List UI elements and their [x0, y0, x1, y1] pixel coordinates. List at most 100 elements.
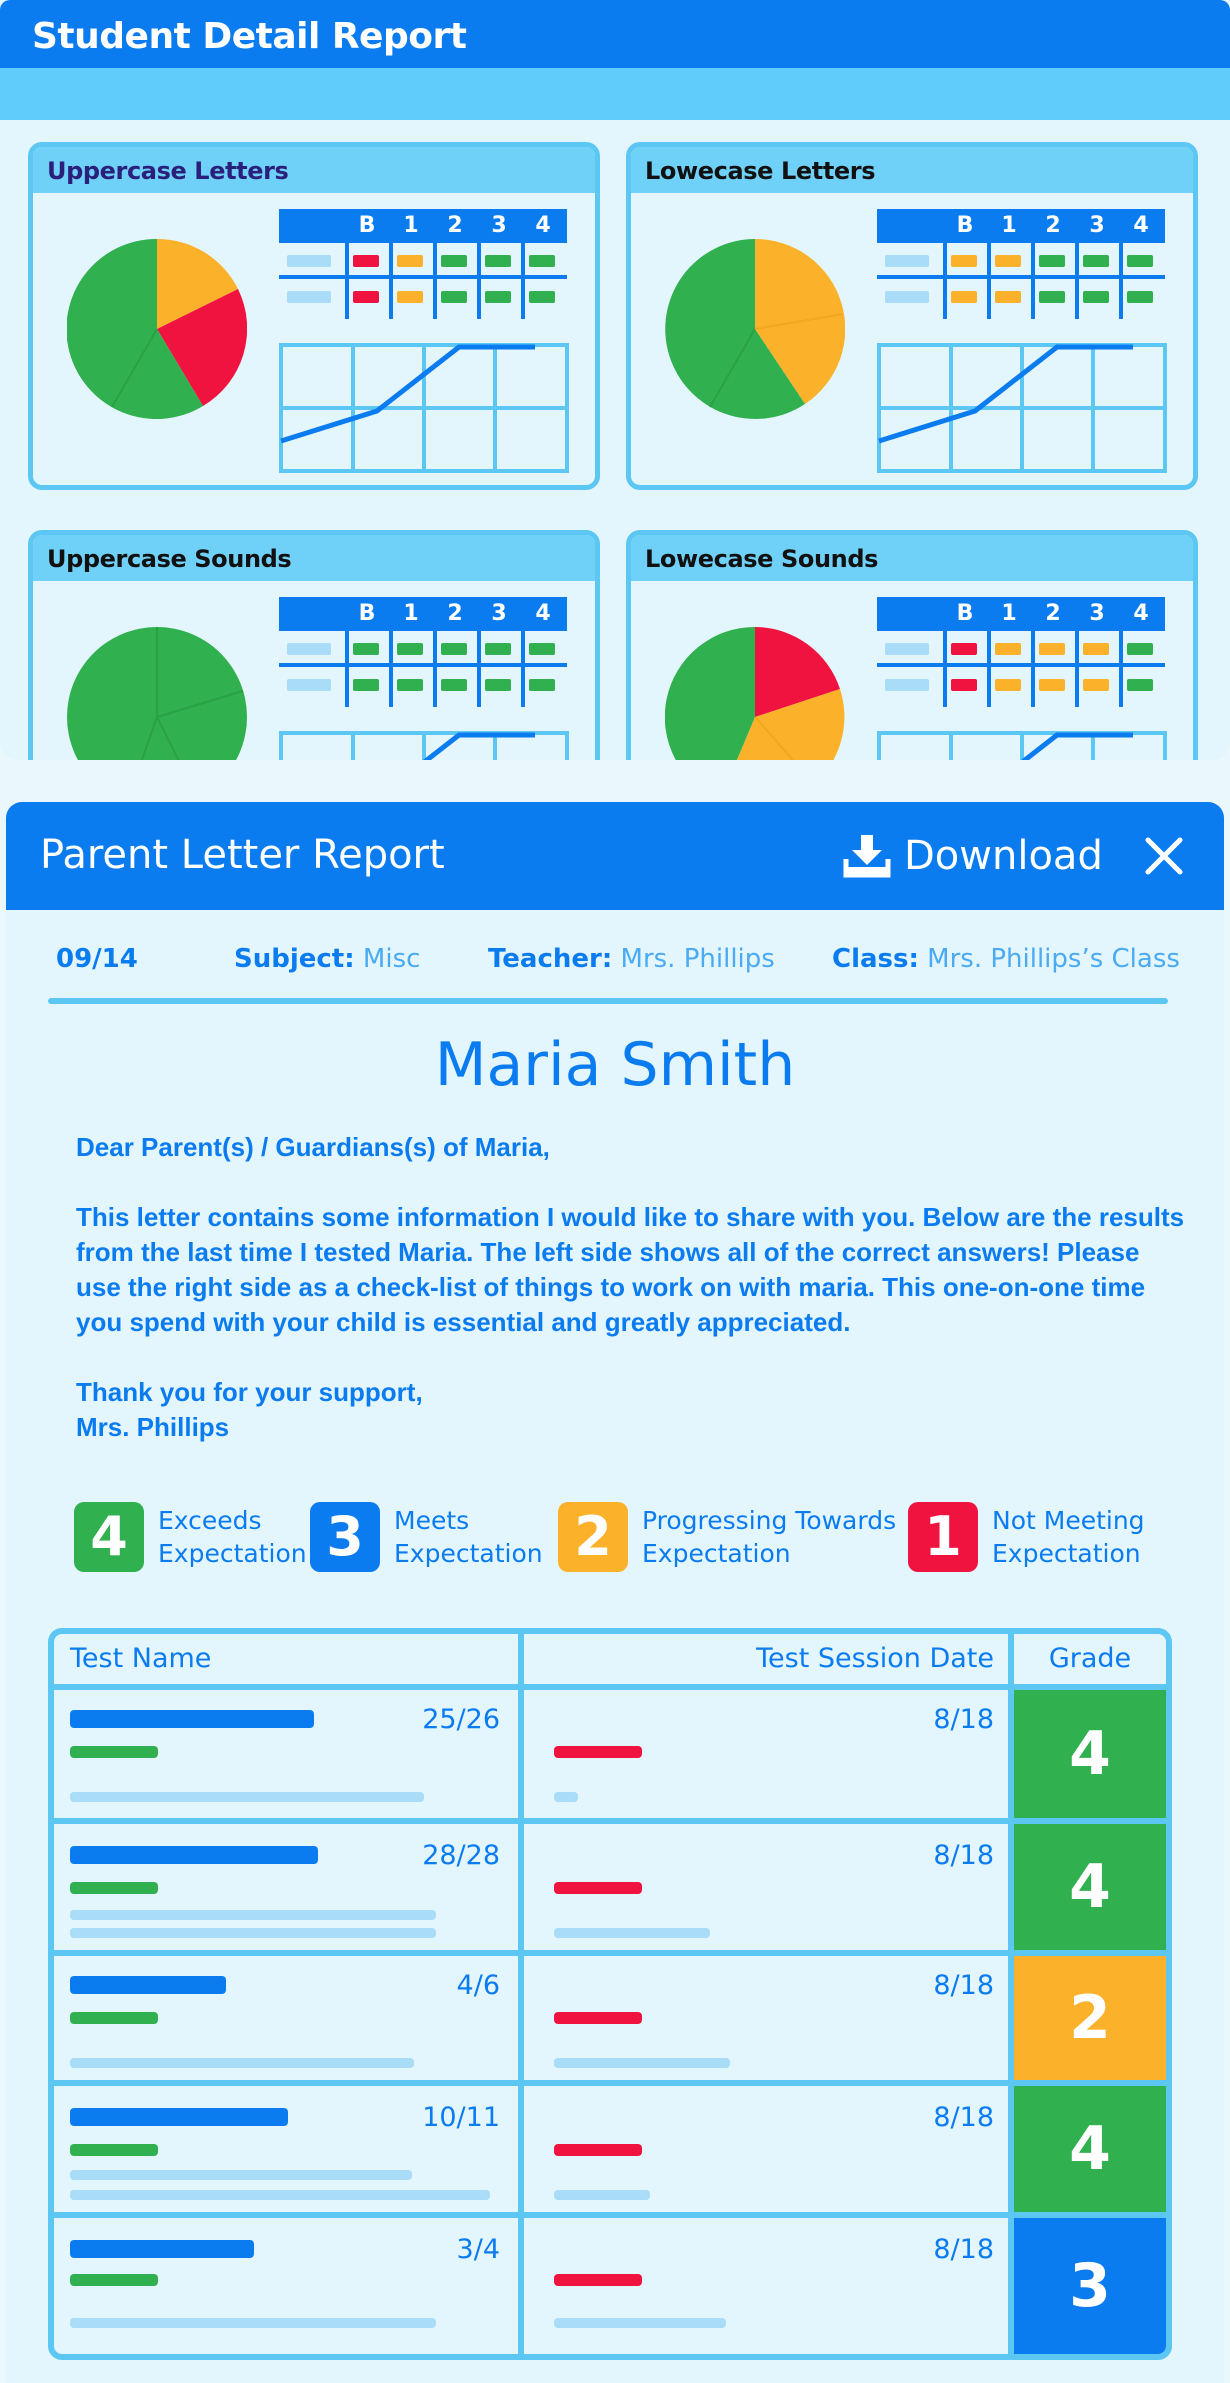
- teacher-field: Teacher: Mrs. Phillips: [488, 944, 775, 974]
- score-grid: B 1 2 3 4: [279, 209, 567, 319]
- grid-header-4: 4: [535, 213, 551, 238]
- legend-item-progressing: 2 Progressing Towards Expectation: [558, 1502, 896, 1572]
- download-button[interactable]: Download: [842, 828, 1103, 884]
- legend-item-not-meeting: 1 Not Meeting Expectation: [908, 1502, 1145, 1572]
- column-header-grade: Grade: [1048, 1643, 1132, 1674]
- letter-signature: Mrs. Phillips: [76, 1412, 230, 1442]
- results-table: Test Name Test Session Date Grade 25/26 …: [48, 1628, 1172, 2360]
- legend-label: Not Meeting Expectation: [992, 1506, 1145, 1568]
- subject-field: Subject: Misc: [234, 944, 421, 974]
- grid-header-4: 4: [1133, 601, 1149, 626]
- score-grid: B 1 2 3 4: [877, 597, 1165, 707]
- session-date: 8/18: [933, 1704, 994, 1735]
- card-title: Uppercase Sounds: [47, 545, 292, 573]
- letter-paragraph: This letter contains some information I …: [76, 1202, 1185, 1337]
- score-grid-header: B 1 2 3 4: [279, 597, 567, 631]
- card-title: Lowecase Sounds: [645, 545, 878, 573]
- card-title: Uppercase Letters: [47, 157, 289, 185]
- session-date: 8/18: [933, 2102, 994, 2133]
- progress-line-chart: [877, 731, 1167, 760]
- grade-badge: 4: [1014, 1824, 1166, 1950]
- grid-header-1: 1: [403, 601, 419, 626]
- progress-line-chart: [279, 343, 569, 473]
- card-title: Lowecase Letters: [645, 157, 876, 185]
- score-grid: B 1 2 3 4: [279, 597, 567, 707]
- student-detail-report: Student Detail Report Uppercase Letters …: [0, 0, 1230, 760]
- card-header: Uppercase Sounds: [33, 535, 595, 581]
- grid-header-3: 3: [1089, 601, 1105, 626]
- grid-header-4: 4: [1133, 213, 1149, 238]
- column-header-session-date: Test Session Date: [756, 1643, 994, 1674]
- report-meta: 09/14 Subject: Misc Teacher: Mrs. Philli…: [50, 944, 1180, 984]
- test-score: 10/11: [422, 2102, 500, 2133]
- card-lowercase-letters[interactable]: Lowecase Letters B 1 2 3 4: [626, 142, 1198, 490]
- session-date: 8/18: [933, 1970, 994, 2001]
- page: Student Detail Report Uppercase Letters …: [0, 0, 1230, 2383]
- close-icon[interactable]: [1140, 832, 1188, 880]
- test-score: 3/4: [456, 2234, 500, 2265]
- detail-report-title: Student Detail Report: [32, 16, 467, 57]
- letter-greeting: Dear Parent(s) / Guardians(s) of Maria,: [76, 1132, 550, 1162]
- legend-badge: 1: [908, 1502, 978, 1572]
- grid-header-b: B: [358, 213, 376, 238]
- grid-header-1: 1: [403, 213, 419, 238]
- legend-item-meets: 3 Meets Expectation: [310, 1502, 543, 1572]
- session-date: 8/18: [933, 2234, 994, 2265]
- grid-header-1: 1: [1001, 213, 1017, 238]
- grid-header-3: 3: [1089, 213, 1105, 238]
- grid-header-3: 3: [491, 213, 507, 238]
- score-grid-header: B 1 2 3 4: [877, 597, 1165, 631]
- pie-chart: [665, 239, 845, 419]
- score-grid-header: B 1 2 3 4: [877, 209, 1165, 243]
- grid-header-2: 2: [1045, 601, 1061, 626]
- letter-closing: Thank you for your support,: [76, 1377, 423, 1407]
- test-score: 25/26: [422, 1704, 500, 1735]
- legend-item-exceeds: 4 Exceeds Expectation: [74, 1502, 307, 1572]
- column-header-test-name: Test Name: [70, 1643, 212, 1674]
- pie-chart: [67, 239, 247, 419]
- grid-header-b: B: [956, 213, 974, 238]
- score-grid: B 1 2 3 4: [877, 209, 1165, 319]
- legend-badge: 3: [310, 1502, 380, 1572]
- student-name: Maria Smith: [434, 1030, 796, 1100]
- grid-header-4: 4: [535, 601, 551, 626]
- letter-body: Dear Parent(s) / Guardians(s) of Maria, …: [76, 1130, 1186, 1445]
- progress-line-chart: [279, 731, 569, 760]
- divider: [48, 998, 1168, 1004]
- grid-header-b: B: [358, 601, 376, 626]
- legend-label: Exceeds Expectation: [158, 1506, 307, 1568]
- parent-letter-title: Parent Letter Report: [40, 832, 445, 878]
- legend-label: Meets Expectation: [394, 1506, 543, 1568]
- report-date: 09/14: [56, 944, 138, 974]
- grade-badge: 4: [1014, 1690, 1166, 1818]
- legend-label: Progressing Towards Expectation: [642, 1506, 897, 1568]
- score-grid-header: B 1 2 3 4: [279, 209, 567, 243]
- grid-header-2: 2: [447, 213, 463, 238]
- legend-badge: 2: [558, 1502, 628, 1572]
- test-score: 28/28: [422, 1840, 500, 1871]
- progress-line-chart: [877, 343, 1167, 473]
- grade-badge: 2: [1014, 1956, 1166, 2080]
- parent-letter-report: Parent Letter Report Download 09/14 Subj…: [6, 802, 1224, 2383]
- grid-header-2: 2: [447, 601, 463, 626]
- detail-report-header: Student Detail Report: [0, 0, 1230, 68]
- class-field: Class: Mrs. Phillips’s Class: [832, 944, 1180, 974]
- detail-report-toolbar: [0, 68, 1230, 120]
- card-header: Lowecase Letters: [631, 147, 1193, 193]
- parent-letter-header: Parent Letter Report Download: [6, 802, 1224, 910]
- grid-header-3: 3: [491, 601, 507, 626]
- card-uppercase-letters[interactable]: Uppercase Letters B 1 2 3 4: [28, 142, 600, 490]
- pie-chart: [665, 627, 845, 760]
- card-uppercase-sounds[interactable]: Uppercase Sounds B 1 2 3 4: [28, 530, 600, 760]
- card-header: Lowecase Sounds: [631, 535, 1193, 581]
- legend-badge: 4: [74, 1502, 144, 1572]
- card-lowercase-sounds[interactable]: Lowecase Sounds B 1 2 3 4: [626, 530, 1198, 760]
- download-label: Download: [904, 833, 1103, 879]
- download-icon: [843, 835, 891, 878]
- session-date: 8/18: [933, 1840, 994, 1871]
- grid-header-1: 1: [1001, 601, 1017, 626]
- card-header: Uppercase Letters: [33, 147, 595, 193]
- grade-badge: 4: [1014, 2086, 1166, 2212]
- test-score: 4/6: [456, 1970, 500, 2001]
- grade-badge: 3: [1014, 2218, 1166, 2354]
